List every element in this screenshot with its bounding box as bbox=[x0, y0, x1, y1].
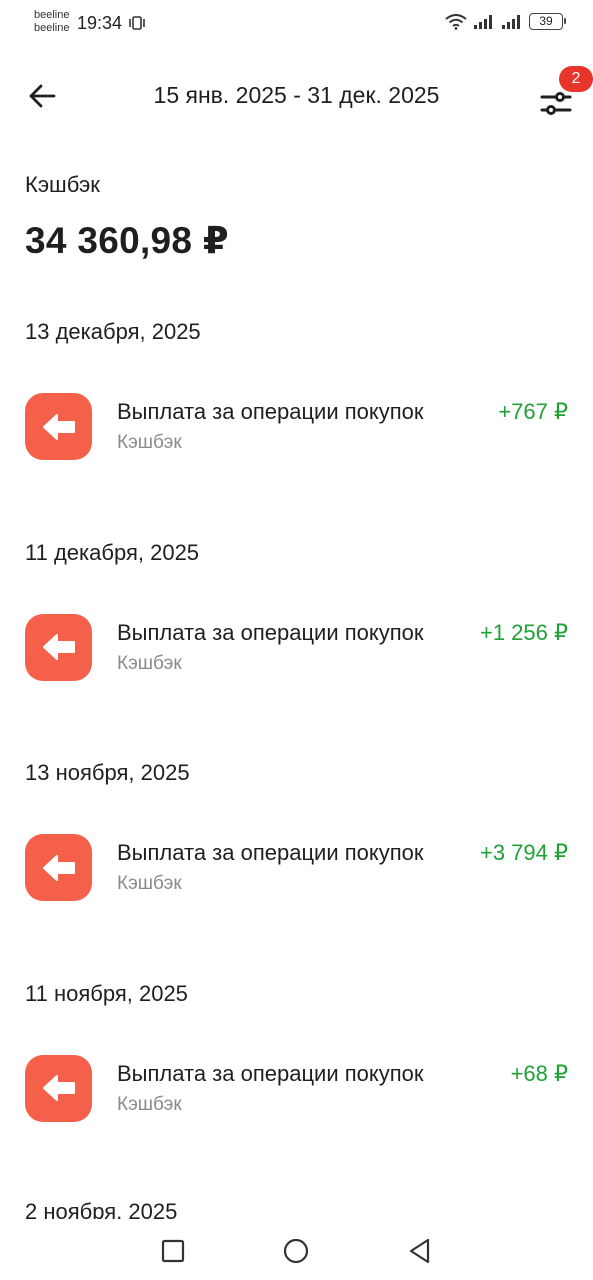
operations-list: 13 декабря, 2025 Выплата за операции пок… bbox=[0, 315, 593, 1197]
status-icons: 39 bbox=[445, 13, 566, 30]
cashback-operation-icon bbox=[25, 613, 92, 681]
signal-icon-1 bbox=[474, 14, 492, 29]
date-header-partial: 2 ноября, 2025 bbox=[25, 1199, 178, 1219]
operation-row[interactable]: Выплата за операции покупок Кэшбэк +3 79… bbox=[0, 828, 593, 908]
operation-title: Выплата за операции покупок bbox=[117, 619, 424, 645]
carrier-2: beeline bbox=[34, 22, 70, 34]
clock: 19:34 bbox=[77, 13, 123, 33]
operation-amount: +1 256 ₽ bbox=[479, 619, 568, 645]
operation-title: Выплата за операции покупок bbox=[117, 1060, 424, 1086]
operation-row[interactable]: Выплата за операции покупок Кэшбэк +1 25… bbox=[0, 608, 593, 688]
arrow-left-in-square-icon bbox=[42, 854, 75, 881]
recent-apps-button[interactable] bbox=[156, 1234, 190, 1268]
system-nav-bar bbox=[0, 1220, 593, 1280]
summary-label: Кэшбэк bbox=[25, 172, 100, 197]
home-button[interactable] bbox=[279, 1234, 313, 1268]
operation-group: 13 декабря, 2025 Выплата за операции пок… bbox=[0, 315, 593, 536]
operation-amount: +68 ₽ bbox=[510, 1060, 568, 1086]
operation-group: 11 ноября, 2025 Выплата за операции поку… bbox=[0, 977, 593, 1198]
operation-group: 11 декабря, 2025 Выплата за операции пок… bbox=[0, 536, 593, 757]
arrow-left-in-square-icon bbox=[42, 413, 75, 440]
triangle-back-icon bbox=[409, 1238, 430, 1264]
operation-category: Кэшбэк bbox=[117, 432, 182, 453]
operation-category: Кэшбэк bbox=[117, 1093, 182, 1115]
operation-category: Кэшбэк bbox=[117, 652, 182, 674]
operation-title: Выплата за операции покупок bbox=[117, 840, 424, 865]
operation-group: 13 ноября, 2025 Выплата за операции поку… bbox=[0, 756, 593, 977]
operation-row[interactable]: Выплата за операции покупок Кэшбэк +68 ₽ bbox=[0, 1049, 593, 1129]
carrier-names: beeline beeline bbox=[34, 9, 69, 35]
cashback-operation-icon bbox=[25, 393, 92, 460]
cashback-operation-icon bbox=[25, 834, 92, 901]
circle-icon bbox=[283, 1238, 309, 1264]
date-header: 13 декабря, 2025 bbox=[25, 319, 201, 344]
date-header: 11 ноября, 2025 bbox=[25, 980, 188, 1006]
operation-amount: +3 794 ₽ bbox=[479, 840, 568, 865]
wifi-icon bbox=[445, 13, 467, 30]
operation-category: Кэшбэк bbox=[117, 873, 182, 894]
system-back-button[interactable] bbox=[403, 1234, 437, 1268]
summary-amount: 34 360,98 ₽ bbox=[25, 220, 229, 261]
sliders-icon bbox=[540, 92, 572, 115]
filter-count-badge: 2 bbox=[559, 66, 593, 92]
period-title[interactable]: 15 янв. 2025 - 31 дек. 2025 bbox=[70, 82, 523, 109]
battery-icon: 39 bbox=[529, 13, 566, 30]
operation-row[interactable]: Выплата за операции покупок Кэшбэк +767 … bbox=[0, 387, 593, 467]
filter-button[interactable]: 2 bbox=[532, 66, 593, 120]
signal-icon-2 bbox=[502, 14, 520, 29]
status-bar: beeline beeline 19:34 39 bbox=[0, 0, 593, 48]
operation-amount: +767 ₽ bbox=[498, 399, 568, 424]
cashback-operation-icon bbox=[25, 1054, 92, 1122]
header: 15 янв. 2025 - 31 дек. 2025 2 bbox=[0, 60, 593, 130]
vibrate-icon bbox=[129, 16, 145, 30]
carrier-1: beeline bbox=[34, 9, 70, 21]
arrow-left-in-square-icon bbox=[42, 1075, 75, 1101]
date-header: 11 декабря, 2025 bbox=[25, 539, 200, 565]
square-icon bbox=[161, 1239, 185, 1263]
arrow-left-icon bbox=[29, 84, 56, 108]
operation-title: Выплата за операции покупок bbox=[117, 399, 424, 424]
arrow-left-in-square-icon bbox=[42, 634, 75, 660]
date-header: 13 ноября, 2025 bbox=[25, 760, 190, 785]
back-button[interactable] bbox=[22, 76, 62, 116]
